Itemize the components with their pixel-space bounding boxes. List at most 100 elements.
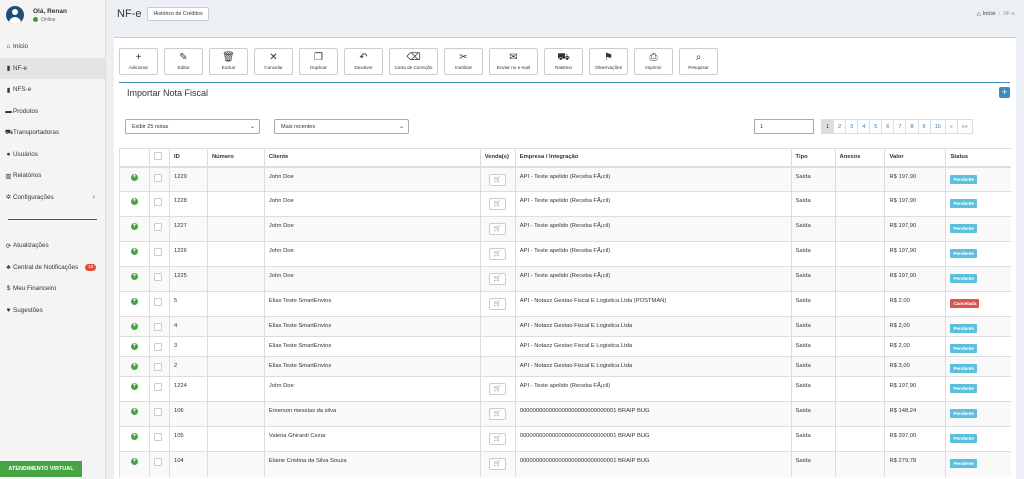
select-all-checkbox[interactable]: [153, 152, 162, 161]
row-checkbox[interactable]: [153, 273, 162, 281]
table-row[interactable]: +1229 John Doe 🛒 API - Teste apelido (Receb…: [119, 166, 1011, 192]
order-select[interactable]: Mais recentes ⌄: [274, 119, 409, 134]
expand-plus-icon[interactable]: +: [131, 323, 138, 330]
avatar[interactable]: [6, 6, 24, 24]
expand-plus-icon[interactable]: +: [131, 408, 138, 415]
table-row[interactable]: +1228 John Doe 🛒 API - Teste apelido (Receb…: [119, 191, 1011, 217]
cell-empresa: API - Notazz Gestao Fiscal E Logistica L…: [514, 356, 792, 377]
expand-plus-icon[interactable]: +: [131, 223, 138, 230]
table-row[interactable]: +5 Elias Teste SmartEnvios 🛒 API - Notazz G…: [119, 291, 1011, 317]
table-row[interactable]: +1226 John Doe 🛒 API - Teste apelido (Receb…: [119, 241, 1011, 267]
cart-button[interactable]: 🛒: [488, 383, 506, 395]
table-row[interactable]: +105 Valeria Ghirardi Cezar 🛒 0000000000000…: [119, 426, 1011, 452]
cart-button[interactable]: 🛒: [488, 173, 506, 186]
expand-cell: +: [119, 191, 150, 217]
cart-button[interactable]: 🛒: [488, 248, 506, 260]
sidebar-item-transportadoras[interactable]: ⛟ Transportadoras: [0, 122, 105, 144]
adicionar-button[interactable]: + Adicionar: [119, 48, 158, 75]
cart-button[interactable]: 🛒: [488, 198, 506, 210]
sidebar-item-in-cio[interactable]: ⌂ Início: [0, 36, 105, 58]
inutilizar-button[interactable]: ✂ Inutilizar: [444, 48, 483, 75]
cart-button[interactable]: 🛒: [488, 298, 506, 310]
table-row[interactable]: +1227 John Doe 🛒 API - Teste apelido (Receb…: [119, 216, 1011, 242]
cell-cliente: John Doe: [263, 241, 481, 267]
row-checkbox[interactable]: [153, 343, 162, 351]
table-row[interactable]: +4 Elias Teste SmartEnvios API - Notazz Ge…: [119, 316, 1011, 337]
row-checkbox[interactable]: [153, 248, 162, 256]
user-icon: ●: [6, 150, 11, 158]
page-link[interactable]: »»: [956, 119, 973, 134]
expand-plus-icon[interactable]: +: [131, 433, 138, 440]
row-checkbox[interactable]: [153, 223, 162, 231]
imprimir-button[interactable]: ⎙ Imprimir: [634, 48, 673, 75]
row-checkbox[interactable]: [153, 458, 162, 466]
cell-id: 1226: [168, 241, 208, 267]
expand-plus-icon[interactable]: +: [131, 383, 138, 390]
cart-button[interactable]: 🛒: [488, 223, 506, 235]
sidebar-item-nfs-e[interactable]: ▮ NFS-e: [0, 79, 105, 101]
per-page-select[interactable]: Exibir 25 notas ⌄: [125, 119, 260, 134]
editar-button[interactable]: ✎ Editar: [164, 48, 203, 75]
duplicar-button[interactable]: ❐ Duplicar: [299, 48, 338, 75]
row-checkbox[interactable]: [153, 323, 162, 331]
page-input[interactable]: 1: [754, 119, 814, 134]
cart-button[interactable]: 🛒: [488, 458, 506, 470]
expand-plus-icon[interactable]: +: [131, 248, 138, 255]
page-link[interactable]: 10: [929, 119, 946, 134]
sidebar-item-sugest-es[interactable]: ♥ Sugestões: [0, 300, 105, 322]
import-add-button[interactable]: +: [999, 87, 1010, 98]
breadcrumb-home[interactable]: Início: [983, 11, 996, 17]
row-checkbox[interactable]: [153, 408, 162, 416]
filters-bar: Exibir 25 notas ⌄ Mais recentes ⌄ 1 123456…: [125, 119, 1010, 135]
table-row[interactable]: +1225 John Doe 🛒 API - Teste apelido (Receb…: [119, 266, 1011, 292]
select-all-checkbox-cell[interactable]: [148, 148, 170, 168]
virtual-assistant-button[interactable]: ATENDIMENTO VIRTUAL: [0, 461, 82, 477]
table-row[interactable]: +1224 John Doe 🛒 API - Teste apelido (Receb…: [119, 376, 1011, 402]
cart-button[interactable]: 🛒: [488, 273, 506, 285]
table-row[interactable]: +2 Elias Teste SmartEnvios API - Notazz Ge…: [119, 356, 1011, 377]
expand-plus-icon[interactable]: +: [131, 273, 138, 280]
cart-button[interactable]: 🛒: [488, 408, 506, 420]
rastreio-button[interactable]: ⛟ Rastreio: [544, 48, 583, 75]
enviar-no-e-mail-button[interactable]: ✉ Enviar no e-mail: [489, 48, 538, 75]
devolver-button[interactable]: ↶ Devolver: [344, 48, 383, 75]
pesquisar-button[interactable]: ⌕ Pesquisar: [679, 48, 718, 75]
credits-history-button[interactable]: Histórico de Créditos: [147, 7, 209, 21]
row-checkbox[interactable]: [153, 363, 162, 371]
expand-plus-icon[interactable]: +: [131, 343, 138, 350]
row-checkbox[interactable]: [153, 198, 162, 206]
sidebar-item-central-de-notifica-es[interactable]: ♣ Central de Notificações 15: [0, 257, 105, 279]
cancelar-button[interactable]: ✕ Cancelar: [254, 48, 293, 75]
sidebar-item-label: NF-e: [13, 64, 27, 72]
excluir-button[interactable]: 🗑 Excluir: [209, 48, 248, 75]
row-checkbox[interactable]: [153, 173, 162, 182]
table-row[interactable]: +3 Elias Teste SmartEnvios API - Notazz Ge…: [119, 336, 1011, 357]
sidebar-item-nf-e[interactable]: ▮ NF-e: [0, 57, 105, 79]
expand-plus-icon[interactable]: +: [131, 458, 138, 465]
sidebar-item-usu-rios[interactable]: ● Usuários: [0, 144, 105, 166]
cell-vendas: 🛒: [479, 191, 516, 217]
sidebar-item-produtos[interactable]: ▬ Produtos: [0, 101, 105, 123]
expand-plus-icon[interactable]: +: [131, 298, 138, 305]
expand-plus-icon[interactable]: +: [131, 198, 138, 205]
toolbar-button-label: Devolver: [354, 65, 373, 70]
expand-plus-icon[interactable]: +: [131, 173, 138, 181]
cart-button[interactable]: 🛒: [488, 433, 506, 445]
column-header: Número: [206, 148, 265, 168]
sidebar-item-meu-financeiro[interactable]: $ Meu Financeiro: [0, 278, 105, 300]
row-checkbox[interactable]: [153, 298, 162, 306]
observa-es-button[interactable]: ⚑ Observações: [589, 48, 628, 75]
expand-plus-icon[interactable]: +: [131, 363, 138, 370]
carta-de-corre-o-button[interactable]: ⌫ Carta de Correção: [389, 48, 438, 75]
cell-tipo: Saída: [790, 426, 836, 452]
table-row[interactable]: +106 Emerson messias da silva 🛒 00000000000…: [119, 401, 1011, 427]
cell-empresa: API - Teste apelido (Receba FÃ¡cil): [514, 376, 792, 402]
table-row[interactable]: +104 Elaine Cristina da Silva Souza 🛒 00000…: [119, 451, 1011, 477]
cell-tipo: Saída: [790, 451, 836, 477]
status-badge: Pendente: [950, 199, 978, 208]
sidebar-item-configura-es[interactable]: ✲ Configurações ‹: [0, 187, 105, 209]
sidebar-item-relat-rios[interactable]: ▥ Relatórios: [0, 165, 105, 187]
row-checkbox[interactable]: [153, 383, 162, 391]
row-checkbox[interactable]: [153, 433, 162, 441]
sidebar-item-atualiza-es[interactable]: ⟳ Atualizações: [0, 235, 105, 257]
